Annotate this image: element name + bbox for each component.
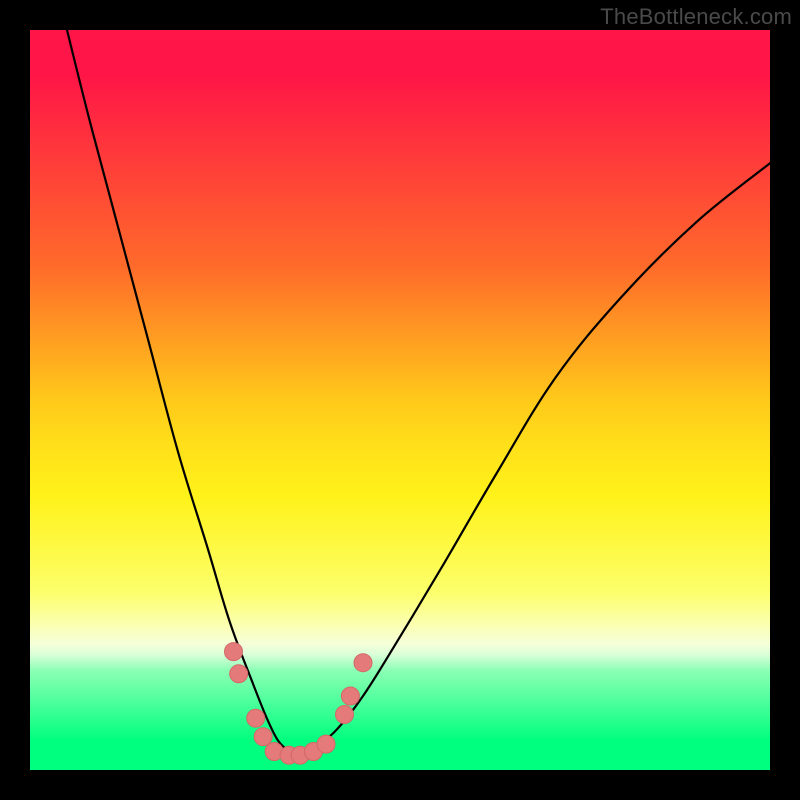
curve-line — [67, 30, 770, 755]
watermark-text: TheBottleneck.com — [600, 4, 792, 30]
data-marker — [341, 687, 359, 705]
data-marker — [354, 654, 372, 672]
chart-frame: TheBottleneck.com — [0, 0, 800, 800]
data-marker — [317, 735, 335, 753]
data-marker — [225, 643, 243, 661]
bottleneck-curve — [30, 30, 770, 770]
data-marker — [254, 728, 272, 746]
data-markers — [225, 643, 373, 765]
data-marker — [230, 665, 248, 683]
data-marker — [247, 709, 265, 727]
data-marker — [336, 706, 354, 724]
plot-area — [30, 30, 770, 770]
